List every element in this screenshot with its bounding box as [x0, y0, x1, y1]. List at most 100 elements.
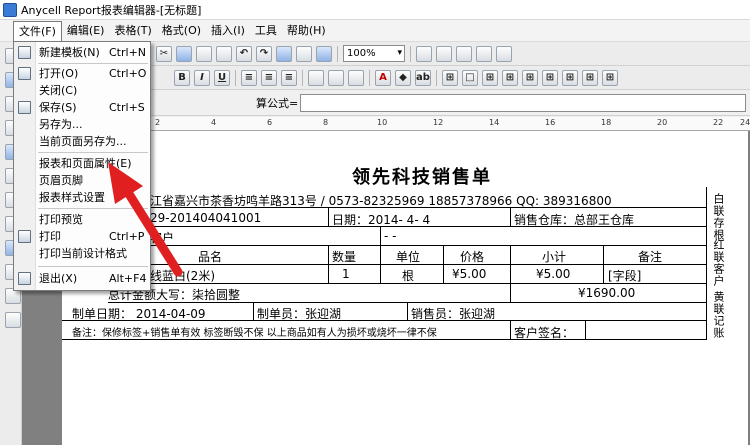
maker[interactable]: 制单员：张迎湖 [257, 305, 341, 322]
menu-item-save[interactable]: 保存(S) Ctrl+S [14, 99, 150, 116]
menu-item-save-page-as[interactable]: 当前页面另存为... [14, 133, 150, 150]
made-date[interactable]: 制单日期： 2014-04-09 [72, 305, 206, 322]
header-subtotal[interactable]: 小计 [542, 248, 566, 265]
table-line [328, 245, 329, 283]
properties-icon[interactable] [476, 45, 492, 62]
menu-edit[interactable]: 编辑(E) [62, 21, 110, 41]
menu-item-label: 打开(O) [39, 67, 79, 80]
delete-column-icon[interactable]: ⊞ [602, 69, 618, 86]
menu-item-report-properties[interactable]: 报表和页面属性(E) [14, 155, 150, 172]
delete-row-icon[interactable]: ⊞ [582, 69, 598, 86]
menu-table[interactable]: 表格(T) [109, 21, 156, 41]
bold-icon[interactable]: B [174, 69, 190, 86]
align-left-icon[interactable]: ≡ [241, 69, 257, 86]
cut-icon[interactable]: ✂ [156, 45, 172, 62]
total-amount[interactable]: ¥1690.00 [578, 286, 635, 300]
order-date[interactable]: 日期：2014- 4- 4 [332, 211, 430, 228]
row-unit[interactable]: 根 [402, 267, 414, 284]
title-bar: Anycell Report报表编辑器-[无标题] [0, 0, 750, 20]
border-outside-icon[interactable]: □ [462, 69, 478, 86]
menu-item-save-as[interactable]: 另存为... [14, 116, 150, 133]
menu-insert[interactable]: 插入(I) [206, 21, 250, 41]
align-center-icon[interactable]: ≡ [261, 69, 277, 86]
valign-top-icon[interactable] [308, 69, 324, 86]
company-address[interactable]: 江省嘉兴市茶香坊鸣羊路313号 / 0573-82325969 18857378… [150, 192, 612, 209]
remark[interactable]: 备注：保修标签+销售单有效 标签断毁不保 以上商品如有人为损坏或烧坏一律不保 [72, 324, 437, 339]
exit-door-icon [18, 272, 31, 285]
font-color-icon[interactable]: A [375, 69, 391, 86]
ruler-tick-label: 10 [377, 118, 388, 127]
exit-preview-icon[interactable] [496, 45, 512, 62]
insert-chart-icon[interactable] [316, 45, 332, 62]
menu-help[interactable]: 帮助(H) [282, 21, 331, 41]
menu-item-label: 打印预览 [39, 213, 83, 226]
menu-item-label: 退出(X) [39, 272, 78, 285]
ruler-tick-label: 8 [323, 118, 329, 127]
menu-item-label: 关闭(C) [39, 84, 78, 97]
menu-item-close[interactable]: 关闭(C) [14, 82, 150, 99]
valign-bottom-icon[interactable] [348, 69, 364, 86]
side-label-white: 白联存根 [712, 193, 725, 241]
customer-value[interactable]: - - [384, 229, 396, 243]
menu-item-exit[interactable]: 退出(X) Alt+F4 [14, 270, 150, 287]
ruler-tick-label: 2 [155, 118, 161, 127]
table-line [62, 339, 707, 340]
customer-sign[interactable]: 客户签名： [514, 324, 574, 341]
insert-column-icon[interactable]: ⊞ [562, 69, 578, 86]
valign-middle-icon[interactable] [328, 69, 344, 86]
grid-view-icon[interactable] [436, 45, 452, 62]
row-price[interactable]: ¥5.00 [452, 267, 486, 281]
undo-icon[interactable]: ↶ [236, 45, 252, 62]
salesman[interactable]: 销售员：张迎湖 [411, 305, 495, 322]
menu-item-open[interactable]: 打开(O) Ctrl+O [14, 65, 150, 82]
copy-icon[interactable] [176, 45, 192, 62]
page-view-icon[interactable] [416, 45, 432, 62]
order-number[interactable]: 29-201404041001 [150, 211, 261, 225]
header-note[interactable]: 备注 [638, 248, 662, 265]
menu-item-print-design[interactable]: 打印当前设计格式 [14, 245, 150, 262]
menu-file[interactable]: 文件(F) [13, 20, 62, 41]
insert-table-icon[interactable] [276, 45, 292, 62]
menu-item-new-template[interactable]: 新建模板(N) Ctrl+N [14, 44, 150, 61]
report-page[interactable]: 领先科技销售单 江省嘉兴市茶香坊鸣羊路313号 / 0573-82325969 … [62, 131, 748, 445]
menu-item-report-style[interactable]: 报表样式设置 [14, 189, 150, 206]
header-price[interactable]: 价格 [460, 248, 484, 265]
formula-input[interactable] [300, 93, 746, 112]
app-icon [3, 2, 17, 17]
menu-item-print[interactable]: 打印 Ctrl+P [14, 228, 150, 245]
fill-color-icon[interactable]: ◆ [395, 69, 411, 86]
menu-item-header-footer[interactable]: 页眉页脚 [14, 172, 150, 189]
page-number-tool-icon[interactable] [5, 312, 21, 328]
underline-icon[interactable]: U [214, 69, 230, 86]
table-line [510, 245, 511, 302]
row-subtotal[interactable]: ¥5.00 [536, 267, 570, 281]
menu-format[interactable]: 格式(O) [157, 21, 206, 41]
menu-item-print-preview[interactable]: 打印预览 [14, 211, 150, 228]
row-note[interactable]: [字段] [608, 267, 641, 284]
formula-bar: 算公式= [150, 90, 750, 116]
customer-label[interactable]: 客户 [150, 229, 174, 246]
paste-icon[interactable] [196, 45, 212, 62]
report-title[interactable]: 领先科技销售单 [272, 163, 572, 189]
split-cells-icon[interactable]: ⊞ [522, 69, 538, 86]
italic-icon[interactable]: I [194, 69, 210, 86]
sales-warehouse[interactable]: 销售仓库：总部王仓库 [514, 211, 634, 228]
insert-image-icon[interactable] [296, 45, 312, 62]
row-name[interactable]: 线蓝白(2米) [150, 267, 215, 284]
align-right-icon[interactable]: ≡ [281, 69, 297, 86]
format-painter-icon[interactable] [216, 45, 232, 62]
row-qty[interactable]: 1 [342, 267, 350, 281]
grid-lines-icon[interactable] [456, 45, 472, 62]
border-all-icon[interactable]: ⊞ [442, 69, 458, 86]
border-inside-icon[interactable]: ⊞ [482, 69, 498, 86]
menu-tools[interactable]: 工具 [250, 21, 282, 41]
merge-cells-icon[interactable]: ⊞ [502, 69, 518, 86]
redo-icon[interactable]: ↷ [256, 45, 272, 62]
header-qty[interactable]: 数量 [332, 248, 356, 265]
zoom-select[interactable]: 100% [343, 45, 405, 62]
header-name[interactable]: 品名 [198, 248, 222, 265]
insert-row-icon[interactable]: ⊞ [542, 69, 558, 86]
header-unit[interactable]: 单位 [396, 248, 420, 265]
text-style-icon[interactable]: ab [415, 69, 431, 86]
toolbar-separator [436, 69, 437, 86]
